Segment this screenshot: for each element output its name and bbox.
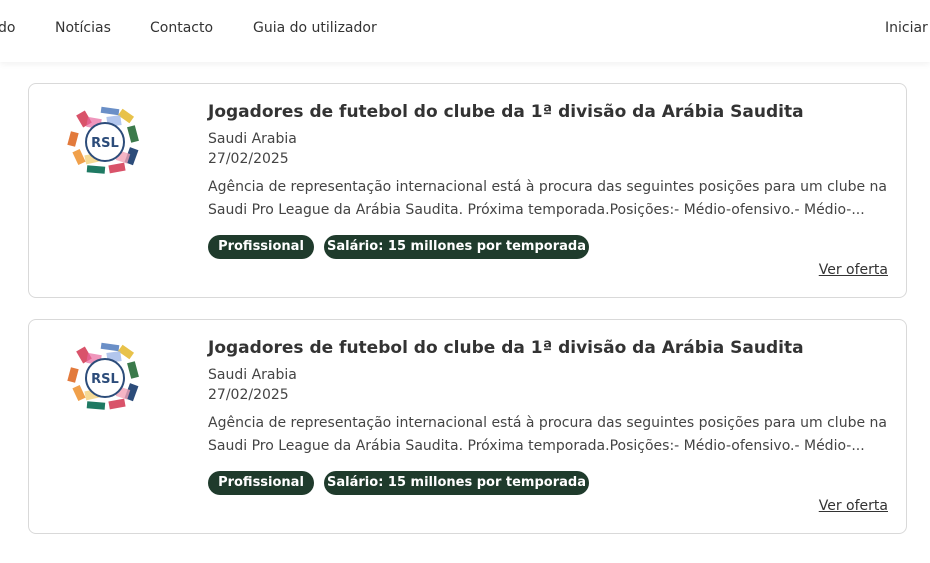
offer-location: Saudi Arabia (208, 367, 297, 383)
nav-item-user-guide[interactable]: Guia do utilizador (253, 20, 377, 36)
offer-description: Agência de representação internacional e… (208, 415, 887, 454)
view-offer-link[interactable]: Ver oferta (819, 262, 888, 278)
nav-item-news[interactable]: Notícias (55, 20, 111, 36)
rsl-logo-icon: RSL (67, 342, 139, 410)
offer-title[interactable]: Jogadores de futebol do clube da 1ª divi… (208, 102, 804, 122)
top-navigation: do Notícias Contacto Guia do utilizador … (0, 0, 930, 62)
offer-date: 27/02/2025 (208, 151, 289, 167)
badge-level: Profissional (208, 471, 314, 495)
badge-salary: Salário: 15 millones por temporada (324, 235, 589, 259)
club-logo: RSL (67, 106, 155, 186)
offer-title[interactable]: Jogadores de futebol do clube da 1ª divi… (208, 338, 804, 358)
nav-item-home[interactable]: do (0, 20, 15, 36)
nav-item-login[interactable]: Iniciar s (885, 20, 930, 36)
view-offer-link[interactable]: Ver oferta (819, 498, 888, 514)
offer-location: Saudi Arabia (208, 131, 297, 147)
offer-description: Agência de representação internacional e… (208, 179, 887, 218)
nav-item-contact[interactable]: Contacto (150, 20, 213, 36)
badge-salary: Salário: 15 millones por temporada (324, 471, 589, 495)
rsl-logo-icon: RSL (67, 106, 139, 174)
svg-text:RSL: RSL (91, 136, 119, 151)
club-logo: RSL (67, 342, 155, 422)
offer-date: 27/02/2025 (208, 387, 289, 403)
badge-level: Profissional (208, 235, 314, 259)
offer-card: RSL Jogadores de futebol do clube da 1ª … (28, 83, 907, 298)
offer-card: RSL Jogadores de futebol do clube da 1ª … (28, 319, 907, 534)
svg-text:RSL: RSL (91, 372, 119, 387)
